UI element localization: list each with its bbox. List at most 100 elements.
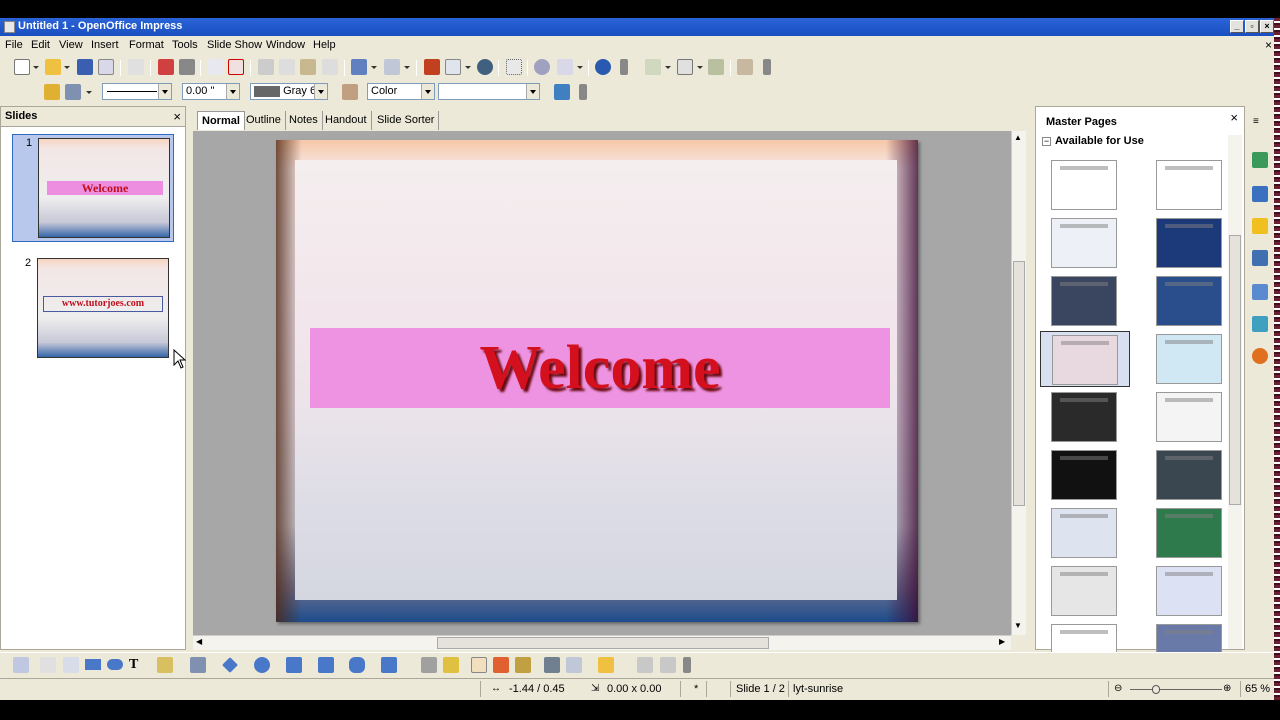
- master-page-thumbnail[interactable]: [1040, 563, 1130, 619]
- fontwork-icon[interactable]: [471, 657, 487, 673]
- master-page-thumbnail[interactable]: [1145, 157, 1235, 213]
- master-icon[interactable]: [708, 59, 724, 75]
- close-document-icon[interactable]: ×: [1265, 38, 1272, 52]
- collapse-section-icon[interactable]: −: [1042, 137, 1051, 146]
- redo-dropdown-icon[interactable]: [404, 66, 410, 69]
- save-icon[interactable]: [77, 59, 93, 75]
- slide-thumbnail-1[interactable]: 1 Welcome: [12, 134, 174, 242]
- new-dropdown-icon[interactable]: [33, 66, 39, 69]
- master-page-thumbnail[interactable]: [1040, 505, 1130, 561]
- interaction-icon[interactable]: [660, 657, 676, 673]
- zoom-level[interactable]: 65 %: [1245, 683, 1270, 695]
- master-page-thumbnail[interactable]: [1145, 447, 1235, 503]
- line-tool-icon[interactable]: [40, 657, 56, 673]
- basic-shapes-icon[interactable]: [222, 657, 238, 673]
- menu-slide-show[interactable]: Slide Show: [207, 39, 262, 51]
- zoom-out-icon[interactable]: ⊖: [1114, 683, 1122, 694]
- slide-design-icon[interactable]: [677, 59, 693, 75]
- chart-icon[interactable]: [424, 59, 440, 75]
- menu-file[interactable]: File: [5, 39, 23, 51]
- menu-tools[interactable]: Tools: [172, 39, 198, 51]
- close-window-button[interactable]: ×: [1260, 20, 1274, 33]
- tab-normal[interactable]: Normal: [197, 111, 245, 130]
- symbol-shapes-icon[interactable]: [254, 657, 270, 673]
- points-icon[interactable]: [421, 657, 437, 673]
- from-file-icon[interactable]: [493, 657, 509, 673]
- master-page-thumbnail[interactable]: [1145, 331, 1235, 387]
- zoom-icon[interactable]: [557, 59, 573, 75]
- arrow-style-icon[interactable]: [65, 84, 81, 100]
- vertical-scrollbar[interactable]: ▲ ▼: [1011, 131, 1026, 635]
- slide-layout-icon[interactable]: [645, 59, 661, 75]
- scroll-up-icon[interactable]: ▲: [1014, 133, 1022, 142]
- autospellcheck-icon[interactable]: [228, 59, 244, 75]
- zoom-slider-handle[interactable]: [1152, 685, 1160, 694]
- scroll-left-icon[interactable]: ◀: [196, 637, 202, 646]
- area-fill-select[interactable]: [438, 83, 540, 100]
- edit-file-icon[interactable]: [128, 59, 144, 75]
- menu-insert[interactable]: Insert: [91, 39, 119, 51]
- ellipse-icon[interactable]: [107, 659, 123, 670]
- toolbar-handle-icon[interactable]: [620, 59, 628, 75]
- styles-icon[interactable]: [1252, 186, 1268, 202]
- alignment-icon[interactable]: [566, 657, 582, 673]
- grid-icon[interactable]: [506, 59, 522, 75]
- navigator-icon[interactable]: [477, 59, 493, 75]
- chevron-down-icon[interactable]: [421, 84, 434, 99]
- chevron-down-icon[interactable]: [314, 84, 327, 99]
- copy-icon[interactable]: [279, 59, 295, 75]
- block-arrows-icon[interactable]: [286, 657, 302, 673]
- master-page-thumbnail[interactable]: [1145, 215, 1235, 271]
- sidebar-menu-icon[interactable]: ≡: [1253, 116, 1259, 127]
- redo-icon[interactable]: [384, 59, 400, 75]
- table-dropdown-icon[interactable]: [465, 66, 471, 69]
- master-page-thumbnail[interactable]: [1145, 563, 1235, 619]
- clone-formatting-icon[interactable]: [322, 59, 338, 75]
- toolbar-handle-icon[interactable]: [579, 84, 587, 100]
- chevron-down-icon[interactable]: [158, 84, 171, 99]
- spellcheck-icon[interactable]: [207, 59, 223, 75]
- flowchart-icon[interactable]: [318, 657, 334, 673]
- print-icon[interactable]: [179, 59, 195, 75]
- scroll-right-icon[interactable]: ▶: [999, 637, 1005, 646]
- master-page-thumbnail[interactable]: [1040, 447, 1130, 503]
- text-tool-icon[interactable]: T: [129, 657, 145, 673]
- curve-icon[interactable]: [157, 657, 173, 673]
- arrange-icon[interactable]: [598, 657, 614, 673]
- connector-icon[interactable]: [190, 657, 206, 673]
- toolbar-handle-icon[interactable]: [683, 657, 691, 673]
- close-icon[interactable]: ×: [1230, 110, 1238, 125]
- glue-points-icon[interactable]: [443, 657, 459, 673]
- horizontal-scroll-thumb[interactable]: [437, 637, 769, 649]
- open-dropdown-icon[interactable]: [64, 66, 70, 69]
- rotate-icon[interactable]: [544, 657, 560, 673]
- cut-icon[interactable]: [258, 59, 274, 75]
- callouts-icon[interactable]: [349, 657, 365, 673]
- shadow-icon[interactable]: [554, 84, 570, 100]
- available-for-use-header[interactable]: Available for Use: [1055, 135, 1144, 147]
- zoom-slider[interactable]: [1130, 685, 1222, 694]
- master-scroll-thumb[interactable]: [1229, 235, 1241, 505]
- toolbar-handle-icon[interactable]: [763, 59, 771, 75]
- open-folder-icon[interactable]: [45, 59, 61, 75]
- tab-outline[interactable]: Outline: [242, 111, 286, 130]
- master-page-thumbnail[interactable]: [1145, 273, 1235, 329]
- navigator-sidebar-icon[interactable]: [1252, 250, 1268, 266]
- arrow-line-icon[interactable]: [63, 657, 79, 673]
- undo-icon[interactable]: [351, 59, 367, 75]
- tab-notes[interactable]: Notes: [285, 111, 323, 130]
- arrow-style-dropdown-icon[interactable]: [86, 91, 92, 94]
- draw-functions-icon[interactable]: [534, 59, 550, 75]
- scroll-down-icon[interactable]: ▼: [1014, 621, 1022, 630]
- gallery-toolbar-icon[interactable]: [515, 657, 531, 673]
- master-page-thumbnail[interactable]: [1145, 389, 1235, 445]
- master-page-thumbnail[interactable]: [1145, 505, 1235, 561]
- gallery-icon[interactable]: [1252, 218, 1268, 234]
- master-scrollbar[interactable]: [1228, 135, 1242, 649]
- extrusion-icon[interactable]: [637, 657, 653, 673]
- master-page-thumbnail[interactable]: [1040, 389, 1130, 445]
- master-page-thumbnail[interactable]: [1040, 215, 1130, 271]
- horizontal-scrollbar[interactable]: ◀ ▶: [193, 635, 1011, 650]
- master-page-thumbnail[interactable]: [1040, 331, 1130, 387]
- area-icon[interactable]: [342, 84, 358, 100]
